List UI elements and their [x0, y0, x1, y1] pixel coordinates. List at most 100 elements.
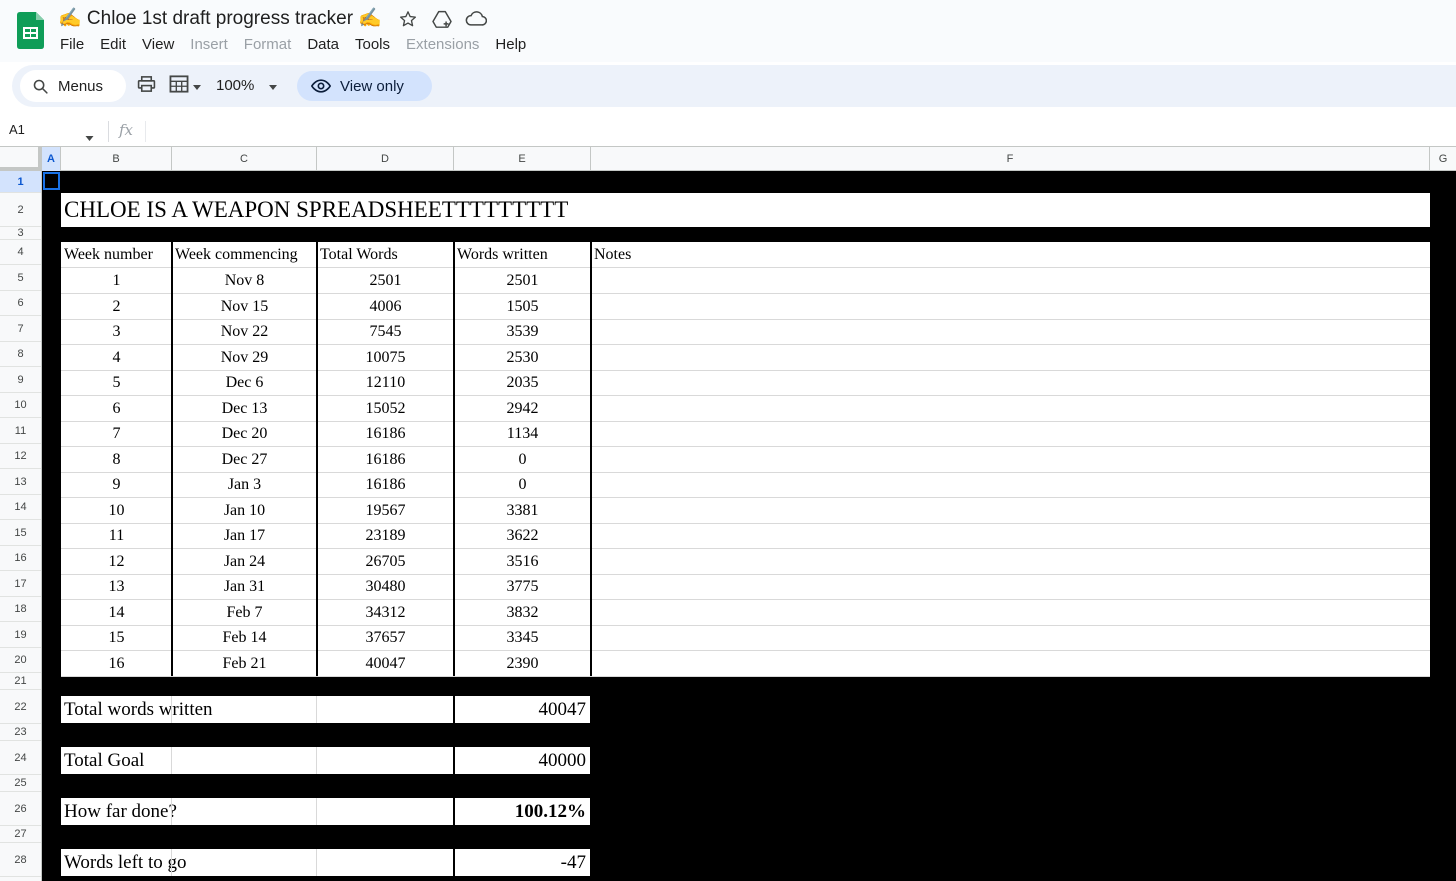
cell-words-written[interactable]: 2942 — [454, 396, 591, 421]
row-header-11[interactable]: 11 — [0, 418, 41, 444]
column-header-f[interactable]: F — [591, 147, 1430, 171]
view-only-button[interactable]: View only — [297, 71, 432, 101]
cell-week-commencing[interactable]: Nov 29 — [172, 345, 317, 370]
row-header-24[interactable]: 24 — [0, 741, 41, 775]
cell-week-commencing[interactable]: Jan 3 — [172, 472, 317, 497]
row-header-16[interactable]: 16 — [0, 546, 41, 571]
cell-total-words[interactable]: 30480 — [317, 574, 454, 599]
cell-words-written[interactable]: 3775 — [454, 574, 591, 599]
row-header-2[interactable]: 2 — [0, 193, 41, 227]
header-words-written[interactable]: Words written — [454, 242, 591, 267]
cell-notes[interactable] — [591, 574, 1430, 599]
zoom-dropdown[interactable] — [268, 74, 278, 98]
cell-week-number[interactable]: 4 — [61, 345, 172, 370]
zoom-level[interactable]: 100% — [216, 77, 254, 94]
cell-words-written[interactable]: 0 — [454, 447, 591, 472]
print-button[interactable] — [134, 74, 158, 98]
cell-notes[interactable] — [591, 651, 1430, 676]
cell-total-words[interactable]: 7545 — [317, 319, 454, 344]
summary-value[interactable]: 40047 — [539, 696, 587, 723]
summary-value[interactable]: 40000 — [539, 747, 587, 774]
cell-week-commencing[interactable]: Dec 27 — [172, 447, 317, 472]
star-icon[interactable] — [397, 8, 419, 30]
cell-total-words[interactable]: 23189 — [317, 523, 454, 548]
row-header-20[interactable]: 20 — [0, 648, 41, 673]
cell-total-words[interactable]: 15052 — [317, 396, 454, 421]
formula-input[interactable] — [145, 121, 1456, 142]
row-header-26[interactable]: 26 — [0, 792, 41, 826]
column-header-g[interactable]: G — [1430, 147, 1456, 171]
cell-total-words[interactable]: 16186 — [317, 472, 454, 497]
cell-total-words[interactable]: 37657 — [317, 625, 454, 650]
row-header-21[interactable]: 21 — [0, 673, 41, 690]
cell-words-written[interactable]: 3622 — [454, 523, 591, 548]
summary-label[interactable]: How far done? — [61, 798, 177, 825]
cell-notes[interactable] — [591, 447, 1430, 472]
cell-total-words[interactable]: 26705 — [317, 549, 454, 574]
row-header-27[interactable]: 27 — [0, 826, 41, 843]
cell-notes[interactable] — [591, 549, 1430, 574]
document-title[interactable]: ✍️ Chloe 1st draft progress tracker ✍️ — [58, 6, 382, 30]
cell-total-words[interactable]: 12110 — [317, 370, 454, 395]
cell-week-number[interactable]: 11 — [61, 523, 172, 548]
menu-extensions[interactable]: Extensions — [398, 34, 487, 56]
summary-label[interactable]: Words left to go — [61, 849, 186, 876]
cell-total-words[interactable]: 10075 — [317, 345, 454, 370]
google-sheets-logo-icon[interactable] — [17, 12, 44, 49]
row-header-25[interactable]: 25 — [0, 775, 41, 792]
header-week-commencing[interactable]: Week commencing — [172, 242, 317, 267]
cell-words-written[interactable]: 2501 — [454, 268, 591, 293]
column-header-e[interactable]: E — [454, 147, 591, 171]
cell-week-commencing[interactable]: Dec 13 — [172, 396, 317, 421]
column-header-d[interactable]: D — [317, 147, 454, 171]
selected-cell-a1[interactable] — [43, 172, 60, 190]
cell-week-commencing[interactable]: Nov 15 — [172, 294, 317, 319]
row-header-13[interactable]: 13 — [0, 469, 41, 495]
summary-value[interactable]: 100.12% — [515, 798, 586, 825]
cell-total-words[interactable]: 2501 — [317, 268, 454, 293]
cell-notes[interactable] — [591, 345, 1430, 370]
row-header-6[interactable]: 6 — [0, 291, 41, 316]
header-notes[interactable]: Notes — [591, 242, 1430, 267]
cell-total-words[interactable]: 16186 — [317, 421, 454, 446]
cell-words-written[interactable]: 2530 — [454, 345, 591, 370]
column-header-a[interactable]: A — [42, 147, 61, 171]
summary-label[interactable]: Total words written — [61, 696, 213, 723]
row-header-4[interactable]: 4 — [0, 240, 41, 265]
cell-notes[interactable] — [591, 396, 1430, 421]
cell-week-number[interactable]: 6 — [61, 396, 172, 421]
cell-notes[interactable] — [591, 472, 1430, 497]
cell-notes[interactable] — [591, 523, 1430, 548]
menu-format[interactable]: Format — [236, 34, 300, 56]
menu-insert[interactable]: Insert — [182, 34, 236, 56]
cell-notes[interactable] — [591, 319, 1430, 344]
cell-week-number[interactable]: 8 — [61, 447, 172, 472]
move-to-drive-icon[interactable] — [431, 8, 453, 30]
cell-total-words[interactable]: 40047 — [317, 651, 454, 676]
row-header-22[interactable]: 22 — [0, 690, 41, 724]
cell-week-commencing[interactable]: Feb 7 — [172, 600, 317, 625]
cell-notes[interactable] — [591, 498, 1430, 523]
cell-week-commencing[interactable]: Jan 10 — [172, 498, 317, 523]
row-header-3[interactable]: 3 — [0, 227, 41, 240]
menu-edit[interactable]: Edit — [92, 34, 134, 56]
cell-words-written[interactable]: 3539 — [454, 319, 591, 344]
cell-week-number[interactable]: 1 — [61, 268, 172, 293]
cloud-saved-icon[interactable] — [465, 8, 487, 30]
menu-file[interactable]: File — [52, 34, 92, 56]
cell-words-written[interactable]: 3516 — [454, 549, 591, 574]
cell-week-number[interactable]: 2 — [61, 294, 172, 319]
summary-label[interactable]: Total Goal — [61, 747, 144, 774]
header-week-number[interactable]: Week number — [61, 242, 172, 267]
menu-tools[interactable]: Tools — [347, 34, 398, 56]
row-header-9[interactable]: 9 — [0, 367, 41, 393]
row-header-15[interactable]: 15 — [0, 520, 41, 546]
name-box[interactable]: A1 — [9, 122, 25, 137]
row-header-14[interactable]: 14 — [0, 495, 41, 520]
row-header-28[interactable]: 28 — [0, 843, 41, 877]
cell-week-commencing[interactable]: Dec 6 — [172, 370, 317, 395]
cell-words-written[interactable]: 1134 — [454, 421, 591, 446]
menu-help[interactable]: Help — [487, 34, 534, 56]
cell-total-words[interactable]: 16186 — [317, 447, 454, 472]
cell-week-commencing[interactable]: Jan 17 — [172, 523, 317, 548]
